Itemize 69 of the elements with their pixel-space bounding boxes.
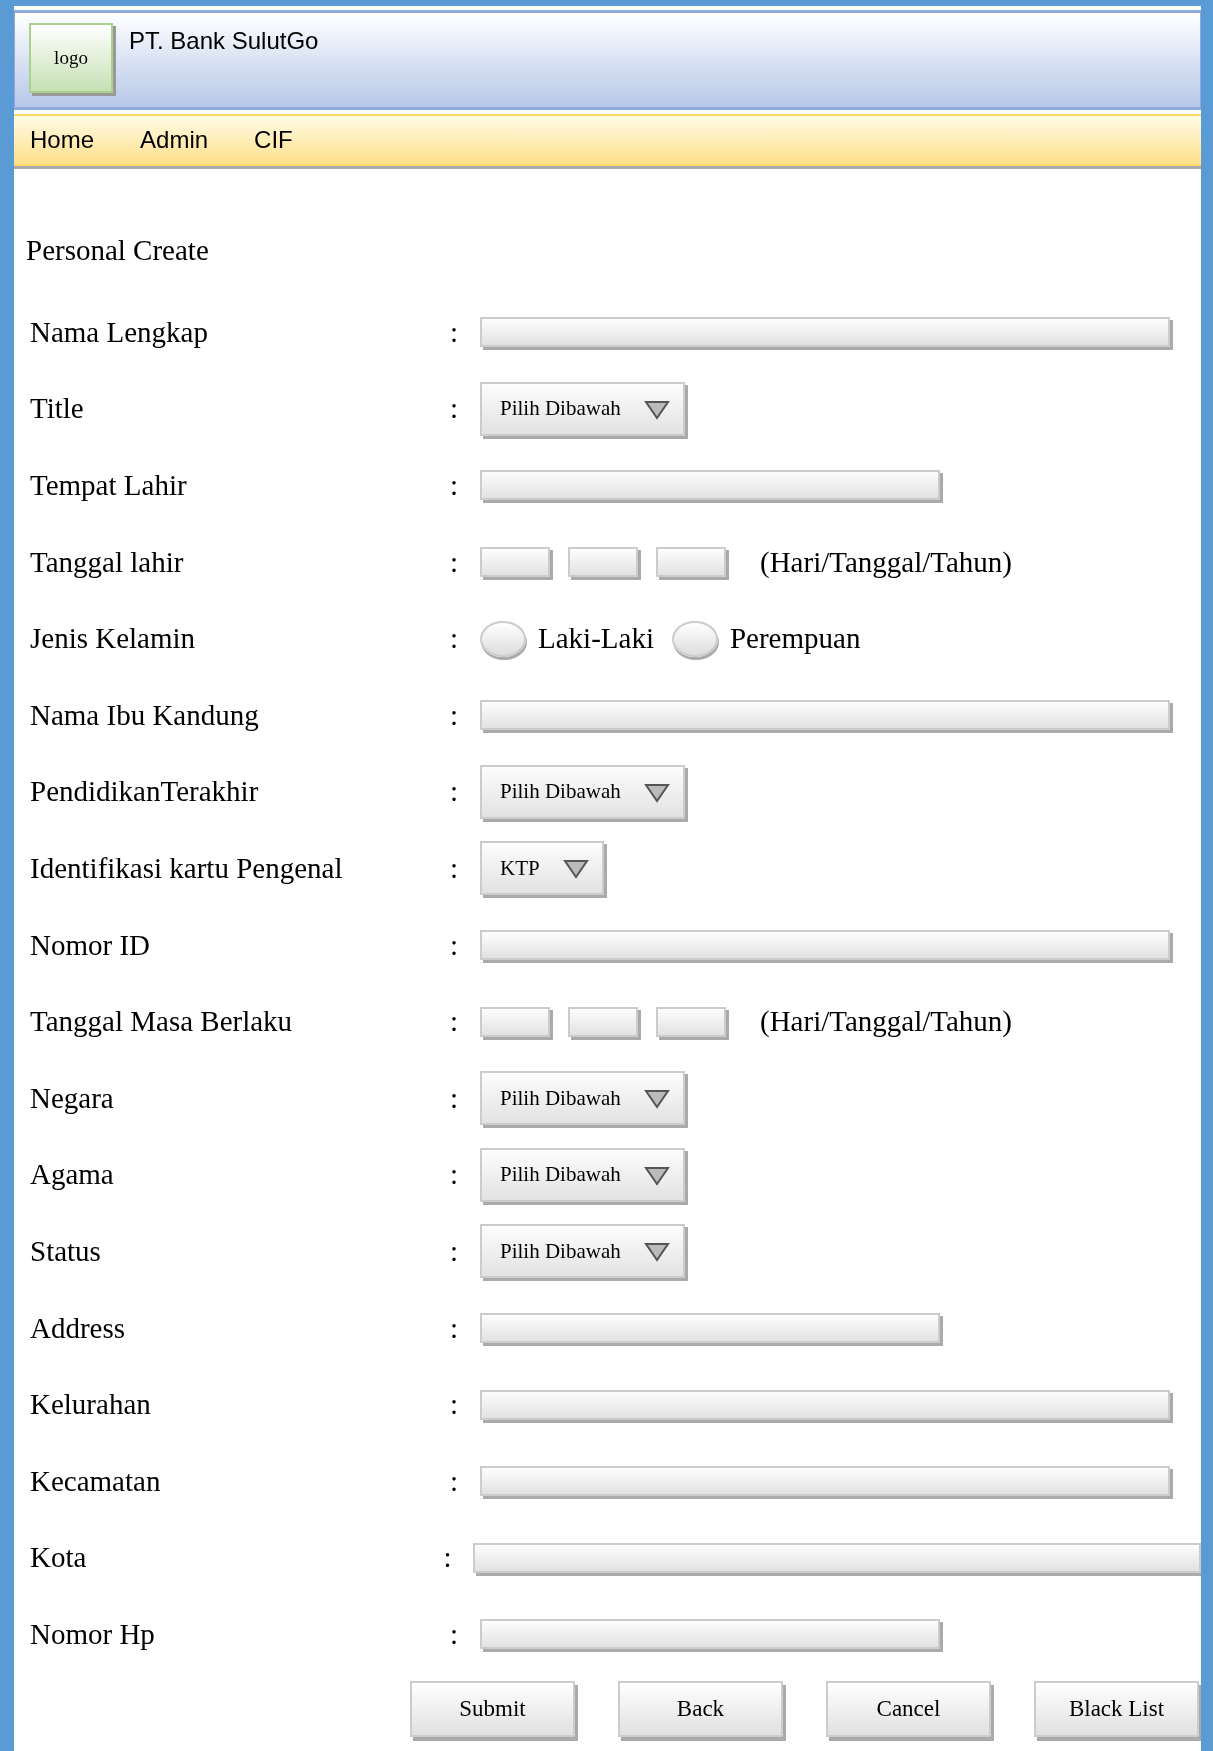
field-label: PendidikanTerakhir bbox=[29, 775, 260, 809]
nav-link[interactable]: Admin bbox=[140, 126, 209, 154]
field-label: Nama Ibu Kandung bbox=[29, 698, 260, 732]
field-label: Jenis Kelamin bbox=[29, 622, 197, 656]
colon: : bbox=[450, 1234, 460, 1268]
radio-label: Laki-Laki bbox=[538, 622, 654, 656]
colon: : bbox=[450, 622, 460, 656]
colon: : bbox=[450, 1081, 460, 1115]
input-field[interactable] bbox=[480, 930, 1170, 961]
dropdown[interactable]: KTP bbox=[480, 841, 604, 896]
field-label: Agama bbox=[29, 1158, 115, 1192]
dropdown[interactable]: Pilih Dibawah bbox=[480, 1224, 685, 1279]
dropdown[interactable]: Pilih Dibawah bbox=[480, 1147, 685, 1202]
logo-frame: logo bbox=[29, 23, 113, 93]
input-field[interactable] bbox=[480, 700, 1170, 731]
input-field[interactable] bbox=[480, 317, 1170, 348]
input-field[interactable] bbox=[480, 470, 940, 501]
nav-link[interactable]: CIF bbox=[254, 126, 293, 154]
dropdown[interactable]: Pilih Dibawah bbox=[480, 1071, 685, 1126]
field-label: Status bbox=[29, 1234, 102, 1268]
colon: : bbox=[450, 928, 460, 962]
field-label: Nomor Hp bbox=[29, 1617, 156, 1651]
day-field[interactable] bbox=[480, 547, 550, 578]
field-label: Title bbox=[29, 392, 85, 426]
colon: : bbox=[450, 1158, 460, 1192]
colon: : bbox=[450, 851, 460, 885]
colon: : bbox=[450, 1311, 460, 1345]
app-title: PT. Bank SulutGo bbox=[129, 27, 319, 55]
field-label: Identifikasi kartu Pengenal bbox=[29, 851, 344, 885]
radio-label: Perempuan bbox=[729, 622, 861, 656]
colon: : bbox=[450, 698, 460, 732]
field-label: Tempat Lahir bbox=[29, 469, 188, 502]
colon: : bbox=[450, 315, 460, 349]
colon: : bbox=[450, 1388, 460, 1422]
page-title: Personal Create bbox=[26, 234, 210, 268]
date-format-hint: (Hari/Tanggal/Tahun) bbox=[760, 545, 1012, 579]
colon: : bbox=[450, 775, 460, 809]
field-label: Kelurahan bbox=[29, 1388, 152, 1422]
field-label: Kota bbox=[29, 1541, 88, 1575]
day-field[interactable] bbox=[480, 1006, 550, 1037]
colon: : bbox=[450, 545, 460, 579]
radio-button[interactable] bbox=[480, 620, 526, 657]
date-format-hint: (Hari/Tanggal/Tahun) bbox=[760, 1005, 1012, 1039]
year-field[interactable] bbox=[656, 547, 726, 578]
field-label: Nama Lengkap bbox=[29, 315, 209, 349]
nav-link[interactable]: Home bbox=[30, 126, 95, 154]
dropdown[interactable]: Pilih Dibawah bbox=[480, 381, 685, 436]
month-field[interactable] bbox=[568, 1006, 638, 1037]
month-field[interactable] bbox=[568, 547, 638, 578]
input-field[interactable] bbox=[480, 1389, 1170, 1420]
colon: : bbox=[450, 1005, 460, 1039]
radio-button[interactable] bbox=[671, 620, 718, 657]
colon: : bbox=[450, 1617, 460, 1651]
field-label: Tanggal Masa Berlaku bbox=[29, 1005, 294, 1039]
dropdown[interactable]: Pilih Dibawah bbox=[480, 764, 685, 819]
field-label: Address bbox=[29, 1311, 127, 1345]
field-label: Tanggal lahir bbox=[29, 545, 185, 579]
input-field[interactable] bbox=[480, 1313, 940, 1343]
input-field[interactable] bbox=[473, 1542, 1201, 1573]
field-label: Kecamatan bbox=[29, 1464, 162, 1498]
colon: : bbox=[450, 1464, 460, 1498]
colon: : bbox=[443, 1541, 453, 1575]
year-field[interactable] bbox=[656, 1006, 726, 1037]
input-field[interactable] bbox=[480, 1466, 1170, 1497]
input-field[interactable] bbox=[480, 1619, 940, 1650]
colon: : bbox=[450, 392, 460, 426]
field-label: Negara bbox=[29, 1081, 115, 1115]
field-label: Nomor ID bbox=[29, 928, 151, 962]
colon: : bbox=[450, 469, 460, 502]
